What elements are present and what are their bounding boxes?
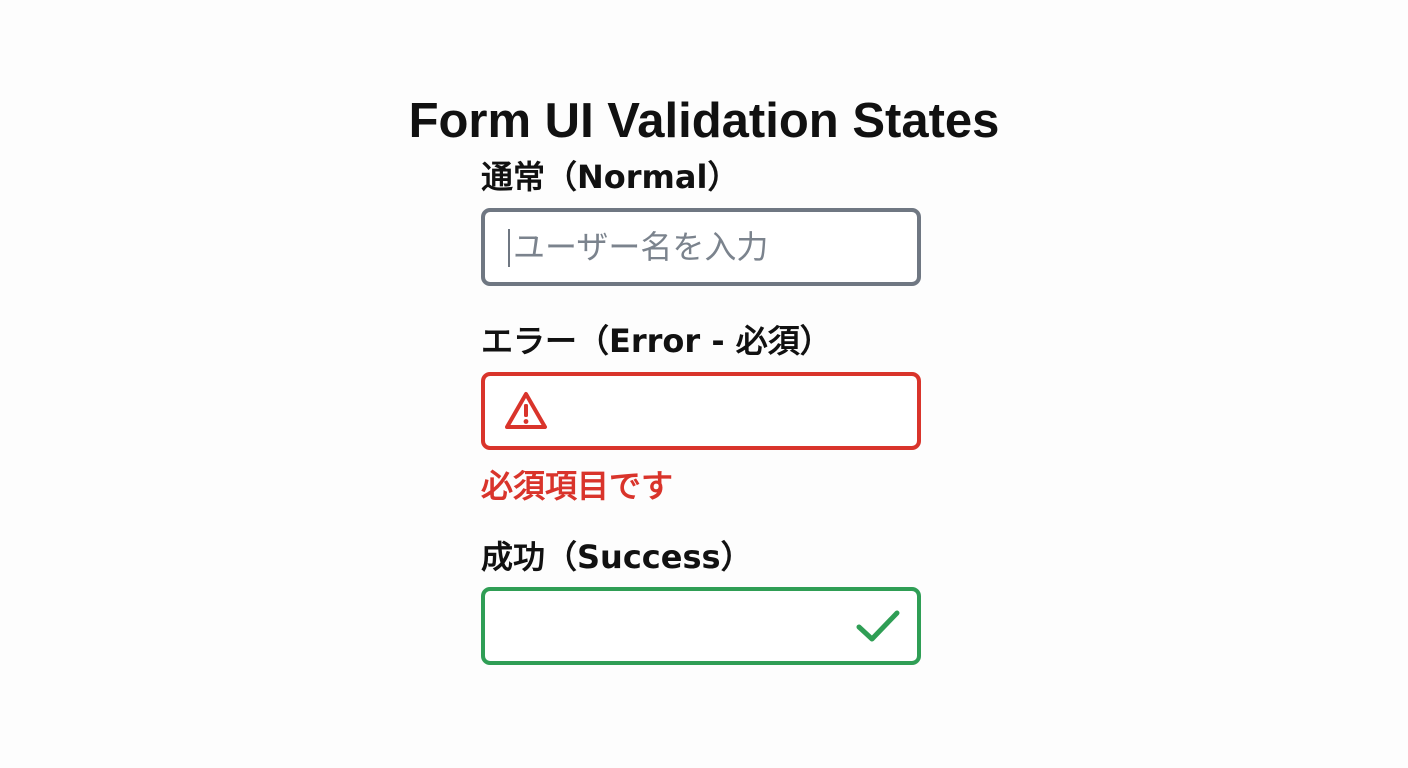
- text-cursor: [508, 229, 510, 267]
- checkmark-icon: [855, 607, 901, 645]
- error-message: 必須項目です: [481, 467, 674, 505]
- input-success[interactable]: [481, 587, 921, 665]
- normal-field-label: 通常（Normal）: [481, 158, 740, 196]
- required-input-error[interactable]: [481, 372, 921, 450]
- page-title: Form UI Validation States: [408, 93, 1000, 148]
- error-field-label: エラー（Error - 必須）: [481, 322, 832, 360]
- warning-triangle-icon: [503, 390, 549, 432]
- success-field-label: 成功（Success）: [481, 538, 753, 576]
- username-placeholder: ユーザー名を入力: [513, 228, 769, 266]
- username-input-normal[interactable]: ユーザー名を入力: [481, 208, 921, 286]
